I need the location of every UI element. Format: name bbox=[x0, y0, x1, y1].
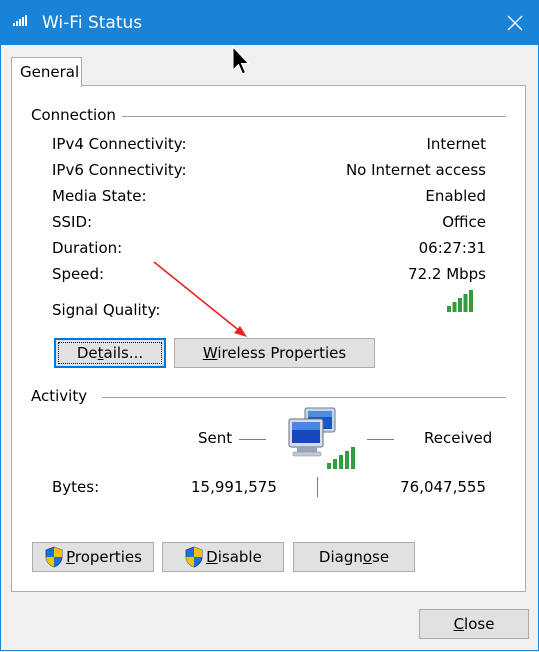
speed-label: Speed: bbox=[52, 265, 105, 283]
signal-quality-label: Signal Quality: bbox=[52, 301, 161, 319]
tab-general-label: General bbox=[20, 63, 80, 81]
diagnose-button[interactable]: Diagnose bbox=[293, 542, 415, 572]
properties-button-label: Properties bbox=[66, 548, 142, 566]
speed-value: 72.2 Mbps bbox=[408, 265, 486, 283]
signal-bar bbox=[458, 298, 462, 312]
wifi-signal-icon bbox=[13, 15, 27, 26]
tab-general[interactable]: General bbox=[11, 57, 82, 87]
activity-divider-vertical bbox=[317, 477, 318, 497]
media-state-label: Media State: bbox=[52, 187, 147, 205]
signal-strength-icon bbox=[447, 290, 473, 312]
close-button-label: Close bbox=[453, 615, 495, 633]
focus-rectangle bbox=[58, 342, 162, 364]
connection-divider bbox=[122, 116, 506, 117]
received-label: Received bbox=[424, 429, 493, 447]
wireless-properties-button[interactable]: Wireless Properties bbox=[174, 338, 375, 368]
ipv6-label: IPv6 Connectivity: bbox=[52, 161, 187, 179]
bytes-received-value: 76,047,555 bbox=[400, 478, 486, 496]
window-title: Wi-Fi Status bbox=[42, 13, 143, 33]
duration-value: 06:27:31 bbox=[418, 239, 486, 257]
disable-button[interactable]: Disable bbox=[162, 542, 284, 572]
media-state-value: Enabled bbox=[425, 187, 486, 205]
ipv4-value: Internet bbox=[426, 135, 486, 153]
close-icon bbox=[507, 15, 523, 31]
duration-label: Duration: bbox=[52, 239, 123, 257]
ssid-label: SSID: bbox=[52, 213, 93, 231]
connection-section-title: Connection bbox=[31, 106, 116, 124]
wireless-properties-button-label: Wireless Properties bbox=[202, 344, 347, 362]
network-computers-icon bbox=[288, 407, 355, 469]
bytes-sent-value: 15,991,575 bbox=[191, 478, 277, 496]
signal-bar bbox=[463, 294, 468, 312]
signal-bar bbox=[469, 290, 473, 312]
wifi-status-dialog: Wi-Fi Status General Connection IPv4 Con… bbox=[0, 0, 539, 651]
ssid-value: Office bbox=[442, 213, 486, 231]
activity-divider bbox=[102, 397, 506, 398]
sent-connector-line bbox=[239, 439, 266, 440]
signal-bar bbox=[452, 302, 457, 312]
diagnose-button-label: Diagnose bbox=[318, 548, 390, 566]
uac-shield-icon bbox=[185, 546, 203, 568]
sent-label: Sent bbox=[198, 429, 233, 447]
signal-bar bbox=[447, 306, 451, 312]
ipv6-value: No Internet access bbox=[345, 161, 486, 179]
bytes-label: Bytes: bbox=[52, 478, 100, 496]
received-connector-line bbox=[367, 439, 394, 440]
activity-section-title: Activity bbox=[31, 387, 88, 405]
details-button[interactable]: Details... bbox=[54, 338, 166, 368]
uac-shield-icon bbox=[45, 546, 63, 568]
disable-button-label: Disable bbox=[206, 548, 262, 566]
close-button[interactable]: Close bbox=[419, 609, 529, 639]
properties-button[interactable]: Properties bbox=[32, 542, 154, 572]
title-bar[interactable]: Wi-Fi Status bbox=[1, 1, 538, 45]
mouse-cursor-icon bbox=[232, 46, 250, 75]
ipv4-label: IPv4 Connectivity: bbox=[52, 135, 187, 153]
close-window-button[interactable] bbox=[492, 1, 538, 45]
